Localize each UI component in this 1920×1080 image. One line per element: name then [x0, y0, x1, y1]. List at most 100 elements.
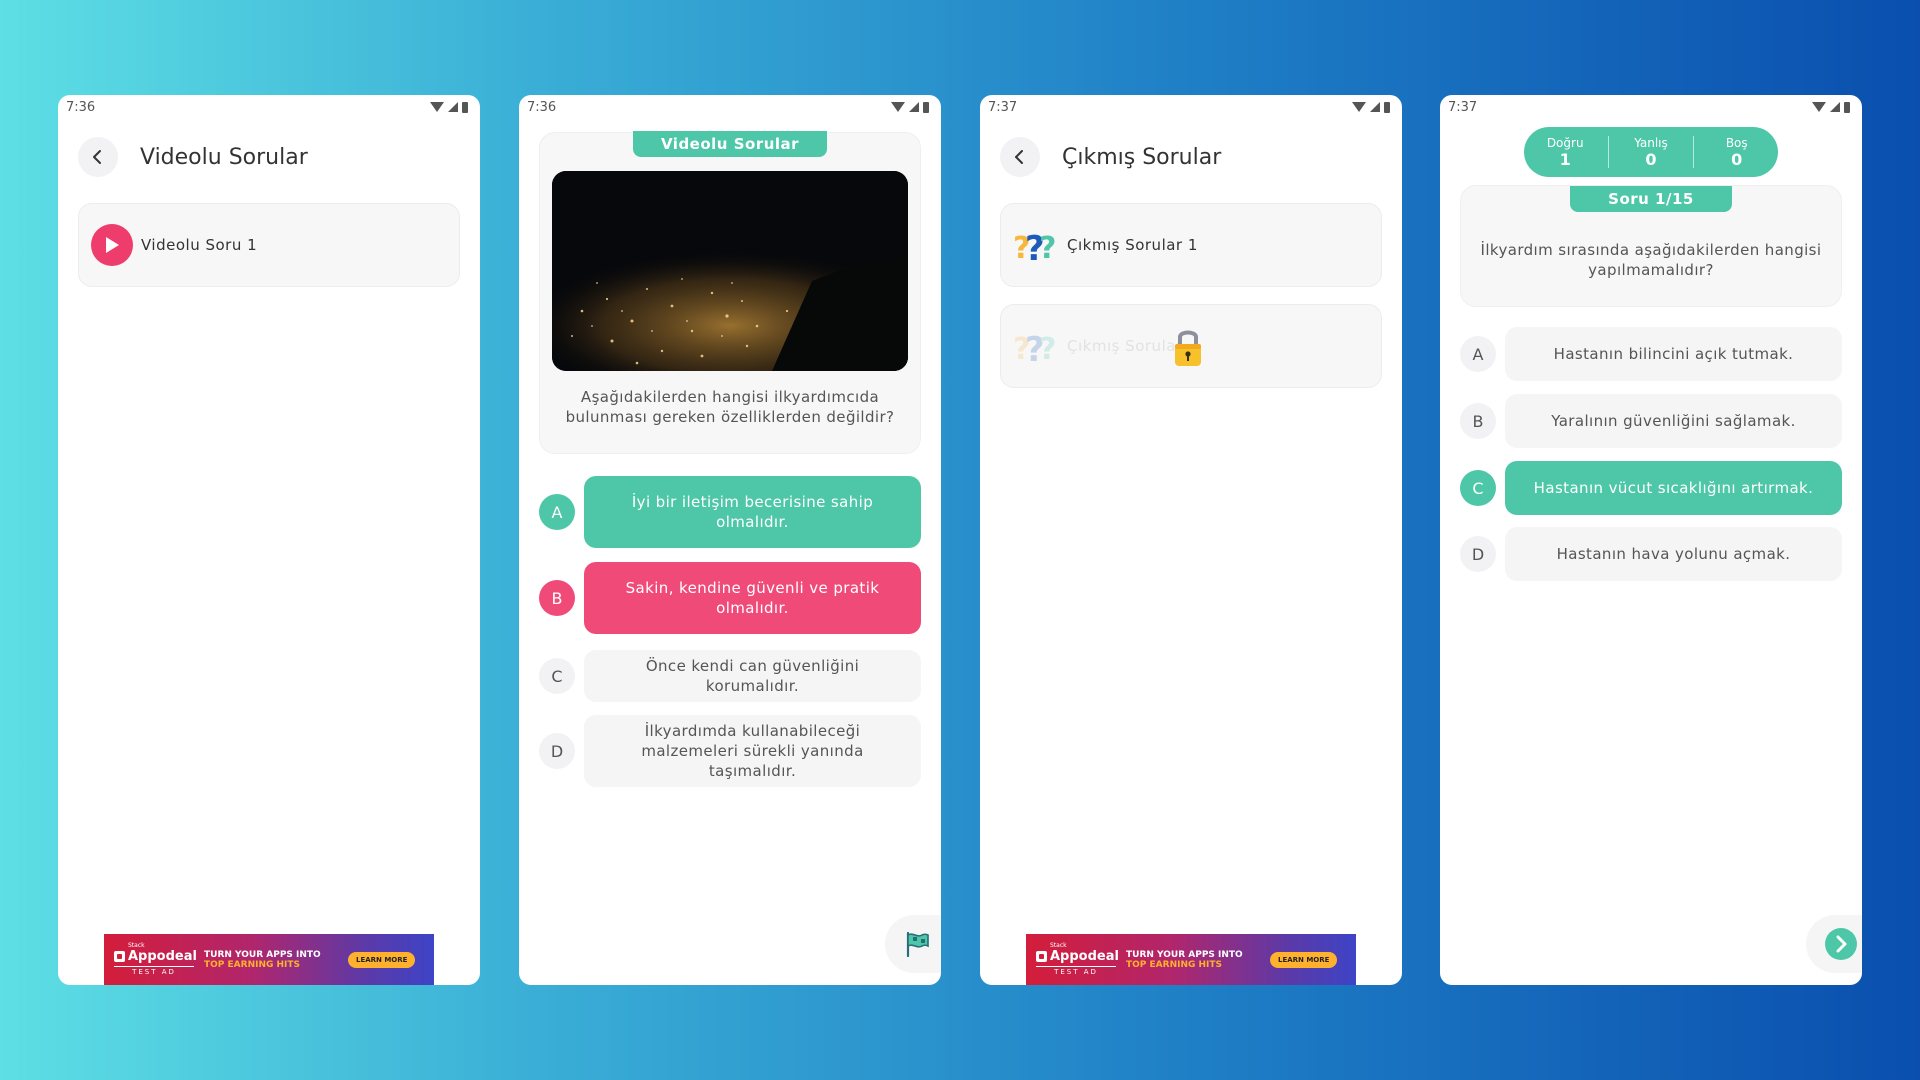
ad-brand-name: Appodeal — [128, 949, 197, 964]
status-bar: 7:36 — [519, 95, 941, 119]
appodeal-logo-icon — [1036, 951, 1047, 962]
phone-screen-cikmis-list: 7:37 Çıkmış Sorular ? ? ? Çıkmış Sorular… — [980, 95, 1402, 985]
score-summary: Doğru 1 Yanlış 0 Boş 0 — [1524, 127, 1778, 177]
score-wrong: Yanlış 0 — [1611, 136, 1691, 169]
phone-screen-videolu-list: 7:36 Videolu Sorular Videolu Soru 1 Stac… — [58, 95, 480, 985]
option-row-b: B Yaralının güvenliğini sağlamak. — [1460, 394, 1842, 448]
ad-brand: Stack Appodeal TEST AD — [114, 943, 204, 976]
page-title: Çıkmış Sorular — [1062, 144, 1222, 170]
list-item-label: Çıkmış Sorular — [1067, 337, 1183, 355]
option-row-d: D Hastanın hava yolunu açmak. — [1460, 527, 1842, 581]
status-bar: 7:36 — [58, 95, 480, 119]
section-tag: Videolu Sorular — [633, 131, 827, 157]
list-item-videolu-soru-1[interactable]: Videolu Soru 1 — [78, 203, 460, 287]
battery-icon — [1384, 101, 1390, 113]
ad-line-1: TURN YOUR APPS INTO — [1126, 949, 1243, 960]
back-button[interactable] — [1000, 137, 1040, 177]
page-title: Videolu Sorular — [140, 144, 308, 170]
option-letter[interactable]: A — [539, 494, 575, 530]
wifi-icon — [430, 102, 444, 112]
option-letter[interactable]: B — [539, 580, 575, 616]
back-button[interactable] — [78, 137, 118, 177]
ad-line-2: TOP EARNING HITS — [1126, 959, 1222, 970]
header: Videolu Sorular — [78, 135, 460, 179]
option-button[interactable]: Hastanın vücut sıcaklığını artırmak. — [1505, 461, 1842, 515]
status-time: 7:36 — [66, 99, 96, 115]
question-counter-tag: Soru 1/15 — [1570, 186, 1732, 212]
status-icons — [430, 101, 468, 113]
list-item-label: Çıkmış Sorular 1 — [1067, 236, 1198, 254]
option-button[interactable]: Önce kendi can güvenliğini korumalıdır. — [584, 650, 921, 702]
score-wrong-label: Yanlış — [1634, 135, 1668, 150]
list-item-cikmis-sorular-1[interactable]: ? ? ? Çıkmış Sorular 1 — [1000, 203, 1382, 287]
score-empty-value: 0 — [1731, 149, 1743, 169]
score-correct-label: Doğru — [1546, 135, 1584, 150]
ad-banner[interactable]: Stack Appodeal TEST AD TURN YOUR APPS IN… — [104, 934, 434, 985]
option-button[interactable]: Yaralının güvenliğini sağlamak. — [1505, 394, 1842, 448]
question-text: Aşağıdakilerden hangisi ilkyardımcıda bu… — [565, 388, 895, 426]
battery-icon — [462, 101, 468, 113]
option-row-c: C Önce kendi can güvenliğini korumalıdır… — [539, 650, 921, 702]
option-row-a: A Hastanın bilincini açık tutmak. — [1460, 327, 1842, 381]
question-marks-icon: ? ? ? — [1013, 224, 1059, 266]
lock-icon — [1175, 330, 1201, 366]
score-wrong-value: 0 — [1645, 149, 1657, 169]
option-row-c: C Hastanın vücut sıcaklığını artırmak. — [1460, 461, 1842, 515]
ad-banner[interactable]: Stack Appodeal TEST AD TURN YOUR APPS IN… — [1026, 934, 1356, 985]
option-letter[interactable]: C — [1460, 470, 1496, 506]
option-button[interactable]: İlkyardımda kullanabileceği malzemeleri … — [584, 715, 921, 787]
list-item-cikmis-sorular-locked[interactable]: ? ? ? Çıkmış Sorular — [1000, 304, 1382, 388]
score-empty-label: Boş — [1725, 135, 1748, 150]
ad-logo: Appodeal — [1036, 949, 1119, 964]
flag-button[interactable] — [885, 915, 941, 973]
svg-text:?: ? — [1039, 231, 1056, 264]
signal-icon — [448, 102, 458, 112]
phone-screen-video-question: 7:36 Videolu Sorular Aşağıdakilerden han… — [519, 95, 941, 985]
ad-test-label: TEST AD — [1036, 966, 1116, 976]
option-letter[interactable]: A — [1460, 336, 1496, 372]
question-card: Videolu Sorular Aşağıdakilerden hangisi … — [539, 131, 921, 454]
status-time: 7:36 — [527, 99, 557, 115]
option-row-a: A İyi bir iletişim becerisine sahip olma… — [539, 476, 921, 548]
phone-screen-quiz: 7:37 Doğru 1 Yanlış 0 Boş 0 Soru 1/15 İl… — [1440, 95, 1862, 985]
ad-brand-name: Appodeal — [1050, 949, 1119, 964]
status-time: 7:37 — [1448, 99, 1478, 115]
score-divider — [1693, 136, 1695, 168]
next-arrow-icon — [1825, 928, 1857, 960]
score-correct: Doğru 1 — [1525, 136, 1605, 169]
play-icon — [91, 224, 133, 266]
option-button[interactable]: İyi bir iletişim becerisine sahip olmalı… — [584, 476, 921, 548]
question-text: İlkyardım sırasında aşağıdakilerden hang… — [1480, 241, 1822, 279]
ad-line-2: TOP EARNING HITS — [204, 959, 300, 970]
flag-icon — [906, 931, 929, 958]
option-letter[interactable]: C — [539, 658, 575, 694]
video-player[interactable] — [552, 171, 908, 371]
option-letter[interactable]: D — [539, 733, 575, 769]
ad-test-label: TEST AD — [114, 966, 194, 976]
option-row-d: D İlkyardımda kullanabileceği malzemeler… — [539, 715, 921, 787]
option-button[interactable]: Hastanın bilincini açık tutmak. — [1505, 327, 1842, 381]
appodeal-logo-icon — [114, 951, 125, 962]
status-icons — [891, 101, 929, 113]
option-letter[interactable]: D — [1460, 536, 1496, 572]
battery-icon — [1844, 101, 1850, 113]
status-time: 7:37 — [988, 99, 1018, 115]
option-button[interactable]: Sakin, kendine güvenli ve pratik olmalıd… — [584, 562, 921, 634]
score-empty: Boş 0 — [1697, 136, 1777, 169]
signal-icon — [1830, 102, 1840, 112]
option-button[interactable]: Hastanın hava yolunu açmak. — [1505, 527, 1842, 581]
wifi-icon — [891, 102, 905, 112]
ad-brand: Stack Appodeal TEST AD — [1036, 943, 1126, 976]
option-row-b: B Sakin, kendine güvenli ve pratik olmal… — [539, 562, 921, 634]
next-button[interactable] — [1806, 915, 1862, 973]
ad-learn-more-button[interactable]: LEARN MORE — [1270, 951, 1338, 968]
score-correct-value: 1 — [1559, 149, 1571, 169]
question-marks-icon: ? ? ? — [1013, 325, 1059, 367]
option-letter[interactable]: B — [1460, 403, 1496, 439]
city-lights-image — [552, 171, 908, 371]
ad-copy: TURN YOUR APPS INTO TOP EARNING HITS — [1126, 950, 1266, 970]
back-arrow-icon — [93, 150, 101, 164]
ad-line-1: TURN YOUR APPS INTO — [204, 949, 321, 960]
ad-learn-more-button[interactable]: LEARN MORE — [348, 951, 416, 968]
signal-icon — [1370, 102, 1380, 112]
